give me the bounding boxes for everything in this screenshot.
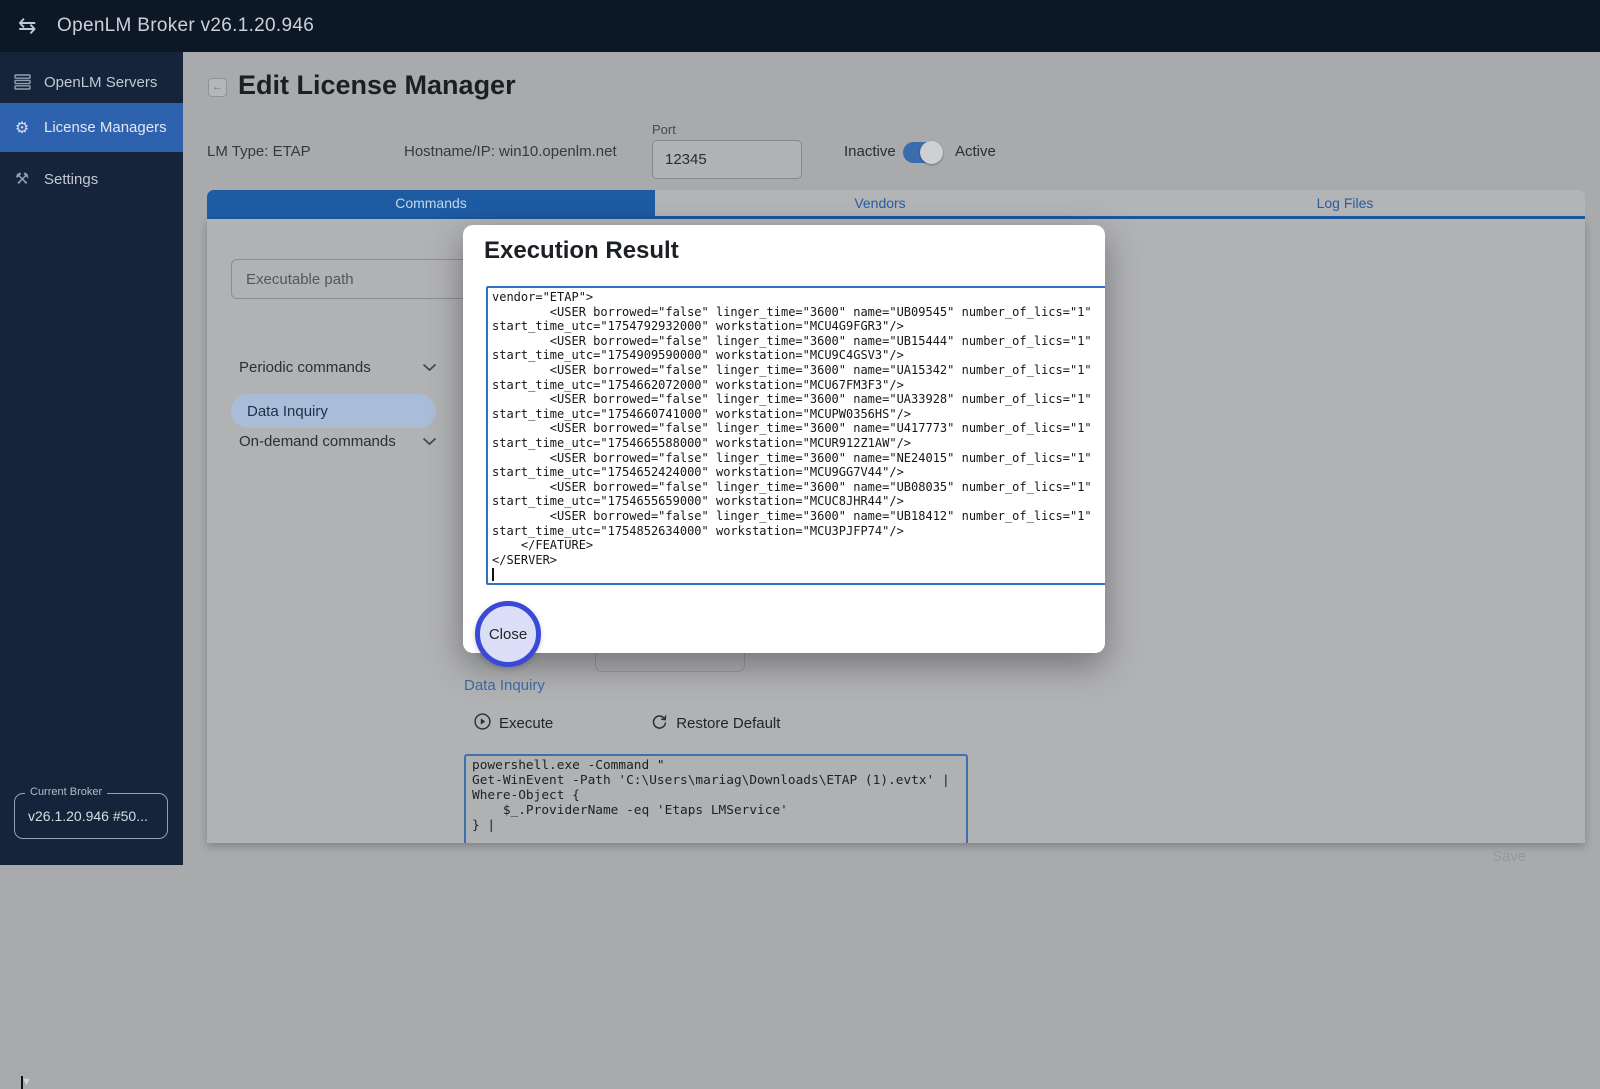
- dropdown-caret-icon: ▼: [21, 1076, 32, 1089]
- close-button[interactable]: Close: [489, 626, 527, 643]
- execution-result-textarea[interactable]: vendor="ETAP"> <USER borrowed="false" li…: [486, 286, 1105, 585]
- app-window: ⇆ OpenLM Broker v26.1.20.946 OpenLM Serv…: [0, 0, 1600, 1089]
- dialog-title: Execution Result: [484, 237, 679, 264]
- close-button-highlight-ring[interactable]: Close: [475, 601, 541, 667]
- text-cursor: [492, 568, 494, 581]
- execution-result-dialog: Execution Result vendor="ETAP"> <USER bo…: [463, 225, 1105, 667]
- result-text-clip: vendor="ETAP"> <USER borrowed="false" li…: [486, 286, 1105, 585]
